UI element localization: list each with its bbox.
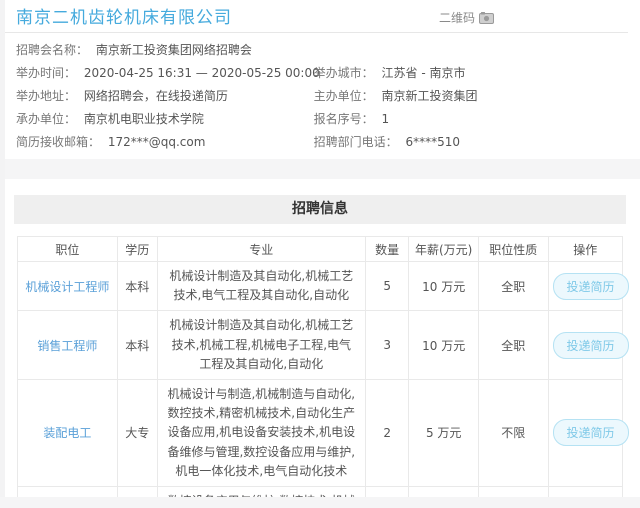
job-position-link[interactable]: 销售工程师 bbox=[37, 339, 97, 353]
field-value: 南京新工投资集团 bbox=[382, 89, 478, 103]
field-value: 南京新工投资集团网络招聘会 bbox=[96, 43, 252, 57]
apply-resume-button[interactable]: 投递简历 bbox=[553, 419, 629, 446]
action-cell: 投递简历 bbox=[548, 311, 622, 380]
major-cell: 机械设计与制造,机械制造与自动化,数控技术,精密机械技术,自动化生产设备应用,机… bbox=[157, 379, 365, 486]
field-label: 举办时间： bbox=[16, 66, 76, 80]
info-field-hr-phone: 招聘部门电话： 6****510 bbox=[314, 131, 626, 154]
job-position-link[interactable]: 机械设计工程师 bbox=[25, 280, 109, 294]
field-label: 举办地址： bbox=[16, 89, 76, 103]
count-cell: 2 bbox=[365, 379, 409, 486]
qrcode-label: 二维码 bbox=[439, 9, 475, 26]
recruitment-page: 南京二机齿轮机床有限公司 二维码 招聘会名称： 南京新工投资集团网络招聘会 举办… bbox=[0, 0, 640, 508]
company-name: 南京二机齿轮机床有限公司 bbox=[16, 7, 232, 29]
field-label: 招聘会名称： bbox=[16, 43, 88, 57]
info-field-host-unit: 主办单位： 南京新工投资集团 bbox=[314, 85, 626, 108]
field-value: 网络招聘会，在线投递简历 bbox=[84, 89, 228, 103]
field-label: 招聘部门电话： bbox=[314, 135, 398, 149]
info-field-resume-email: 简历接收邮箱： 172***@qq.com bbox=[16, 131, 314, 154]
section-title: 招聘信息 bbox=[14, 195, 626, 224]
separator-band bbox=[5, 159, 640, 179]
job-type-cell: 不限 bbox=[478, 379, 548, 486]
col-header-salary: 年薪(万元) bbox=[409, 237, 479, 262]
job-type-cell: 全职 bbox=[478, 262, 548, 311]
position-cell: 销售工程师 bbox=[18, 311, 118, 380]
col-header-education: 学历 bbox=[117, 237, 157, 262]
education-cell: 本科 bbox=[117, 262, 157, 311]
job-type-cell: 全职 bbox=[478, 311, 548, 380]
col-header-action: 操作 bbox=[548, 237, 622, 262]
info-field-address: 举办地址： 网络招聘会，在线投递简历 bbox=[16, 85, 314, 108]
info-column-right: 举办城市： 江苏省 - 南京市 主办单位： 南京新工投资集团 报名序号： 1 招… bbox=[314, 62, 626, 154]
table-row: 机械设计工程师 本科 机械设计制造及其自动化,机械工艺技术,电气工程及其自动化,… bbox=[18, 262, 623, 311]
action-cell: 投递简历 bbox=[548, 262, 622, 311]
qrcode-toggle[interactable]: 二维码 bbox=[439, 9, 494, 26]
action-cell: 投递简历 bbox=[548, 379, 622, 486]
col-header-count: 数量 bbox=[365, 237, 409, 262]
field-label: 承办单位： bbox=[16, 112, 76, 126]
education-cell: 大专 bbox=[117, 379, 157, 486]
page-header: 南京二机齿轮机床有限公司 二维码 bbox=[5, 0, 628, 33]
col-header-major: 专业 bbox=[157, 237, 365, 262]
count-cell: 3 bbox=[365, 311, 409, 380]
info-field-time: 举办时间： 2020-04-25 16:31 — 2020-05-25 00:0… bbox=[16, 62, 314, 85]
info-field-registration-no: 报名序号： 1 bbox=[314, 108, 626, 131]
field-value: 6****510 bbox=[406, 135, 461, 149]
table-row: 销售工程师 本科 机械设计制造及其自动化,机械工艺技术,机械工程,机械电子工程,… bbox=[18, 311, 623, 380]
info-field-fair-name: 招聘会名称： 南京新工投资集团网络招聘会 bbox=[16, 39, 626, 62]
col-header-job-type: 职位性质 bbox=[478, 237, 548, 262]
fair-info-section: 招聘会名称： 南京新工投资集团网络招聘会 举办时间： 2020-04-25 16… bbox=[5, 33, 640, 154]
qrcode-icon bbox=[479, 12, 494, 24]
field-value: 172***@qq.com bbox=[108, 135, 206, 149]
field-value: 江苏省 - 南京市 bbox=[382, 66, 466, 80]
count-cell: 5 bbox=[365, 262, 409, 311]
info-field-organizer: 承办单位： 南京机电职业技术学院 bbox=[16, 108, 314, 131]
table-row: 装配电工 大专 机械设计与制造,机械制造与自动化,数控技术,精密机械技术,自动化… bbox=[18, 379, 623, 486]
job-table-body: 机械设计工程师 本科 机械设计制造及其自动化,机械工艺技术,电气工程及其自动化,… bbox=[18, 262, 623, 508]
field-label: 简历接收邮箱： bbox=[16, 135, 100, 149]
major-cell: 机械设计制造及其自动化,机械工艺技术,电气工程及其自动化,自动化 bbox=[157, 262, 365, 311]
position-cell: 机械设计工程师 bbox=[18, 262, 118, 311]
info-field-city: 举办城市： 江苏省 - 南京市 bbox=[314, 62, 626, 85]
position-cell: 装配电工 bbox=[18, 379, 118, 486]
table-header-row: 职位 学历 专业 数量 年薪(万元) 职位性质 操作 bbox=[18, 237, 623, 262]
field-label: 举办城市： bbox=[314, 66, 374, 80]
bottom-band bbox=[0, 497, 640, 508]
salary-cell: 10 万元 bbox=[409, 262, 479, 311]
education-cell: 本科 bbox=[117, 311, 157, 380]
salary-cell: 5 万元 bbox=[409, 379, 479, 486]
info-columns: 举办时间： 2020-04-25 16:31 — 2020-05-25 00:0… bbox=[16, 62, 626, 154]
apply-resume-button[interactable]: 投递简历 bbox=[553, 273, 629, 300]
major-cell: 机械设计制造及其自动化,机械工艺技术,机械工程,机械电子工程,电气工程及其自动化… bbox=[157, 311, 365, 380]
field-value: 2020-04-25 16:31 — 2020-05-25 00:00 bbox=[84, 66, 320, 80]
apply-resume-button[interactable]: 投递简历 bbox=[553, 332, 629, 359]
job-table: 职位 学历 专业 数量 年薪(万元) 职位性质 操作 机械设计工程师 本科 机械… bbox=[17, 236, 623, 508]
field-value: 南京机电职业技术学院 bbox=[84, 112, 204, 126]
field-label: 报名序号： bbox=[314, 112, 374, 126]
col-header-position: 职位 bbox=[18, 237, 118, 262]
job-position-link[interactable]: 装配电工 bbox=[43, 426, 91, 440]
info-column-left: 举办时间： 2020-04-25 16:31 — 2020-05-25 00:0… bbox=[16, 62, 314, 154]
salary-cell: 10 万元 bbox=[409, 311, 479, 380]
field-value: 1 bbox=[382, 112, 390, 126]
field-label: 主办单位： bbox=[314, 89, 374, 103]
